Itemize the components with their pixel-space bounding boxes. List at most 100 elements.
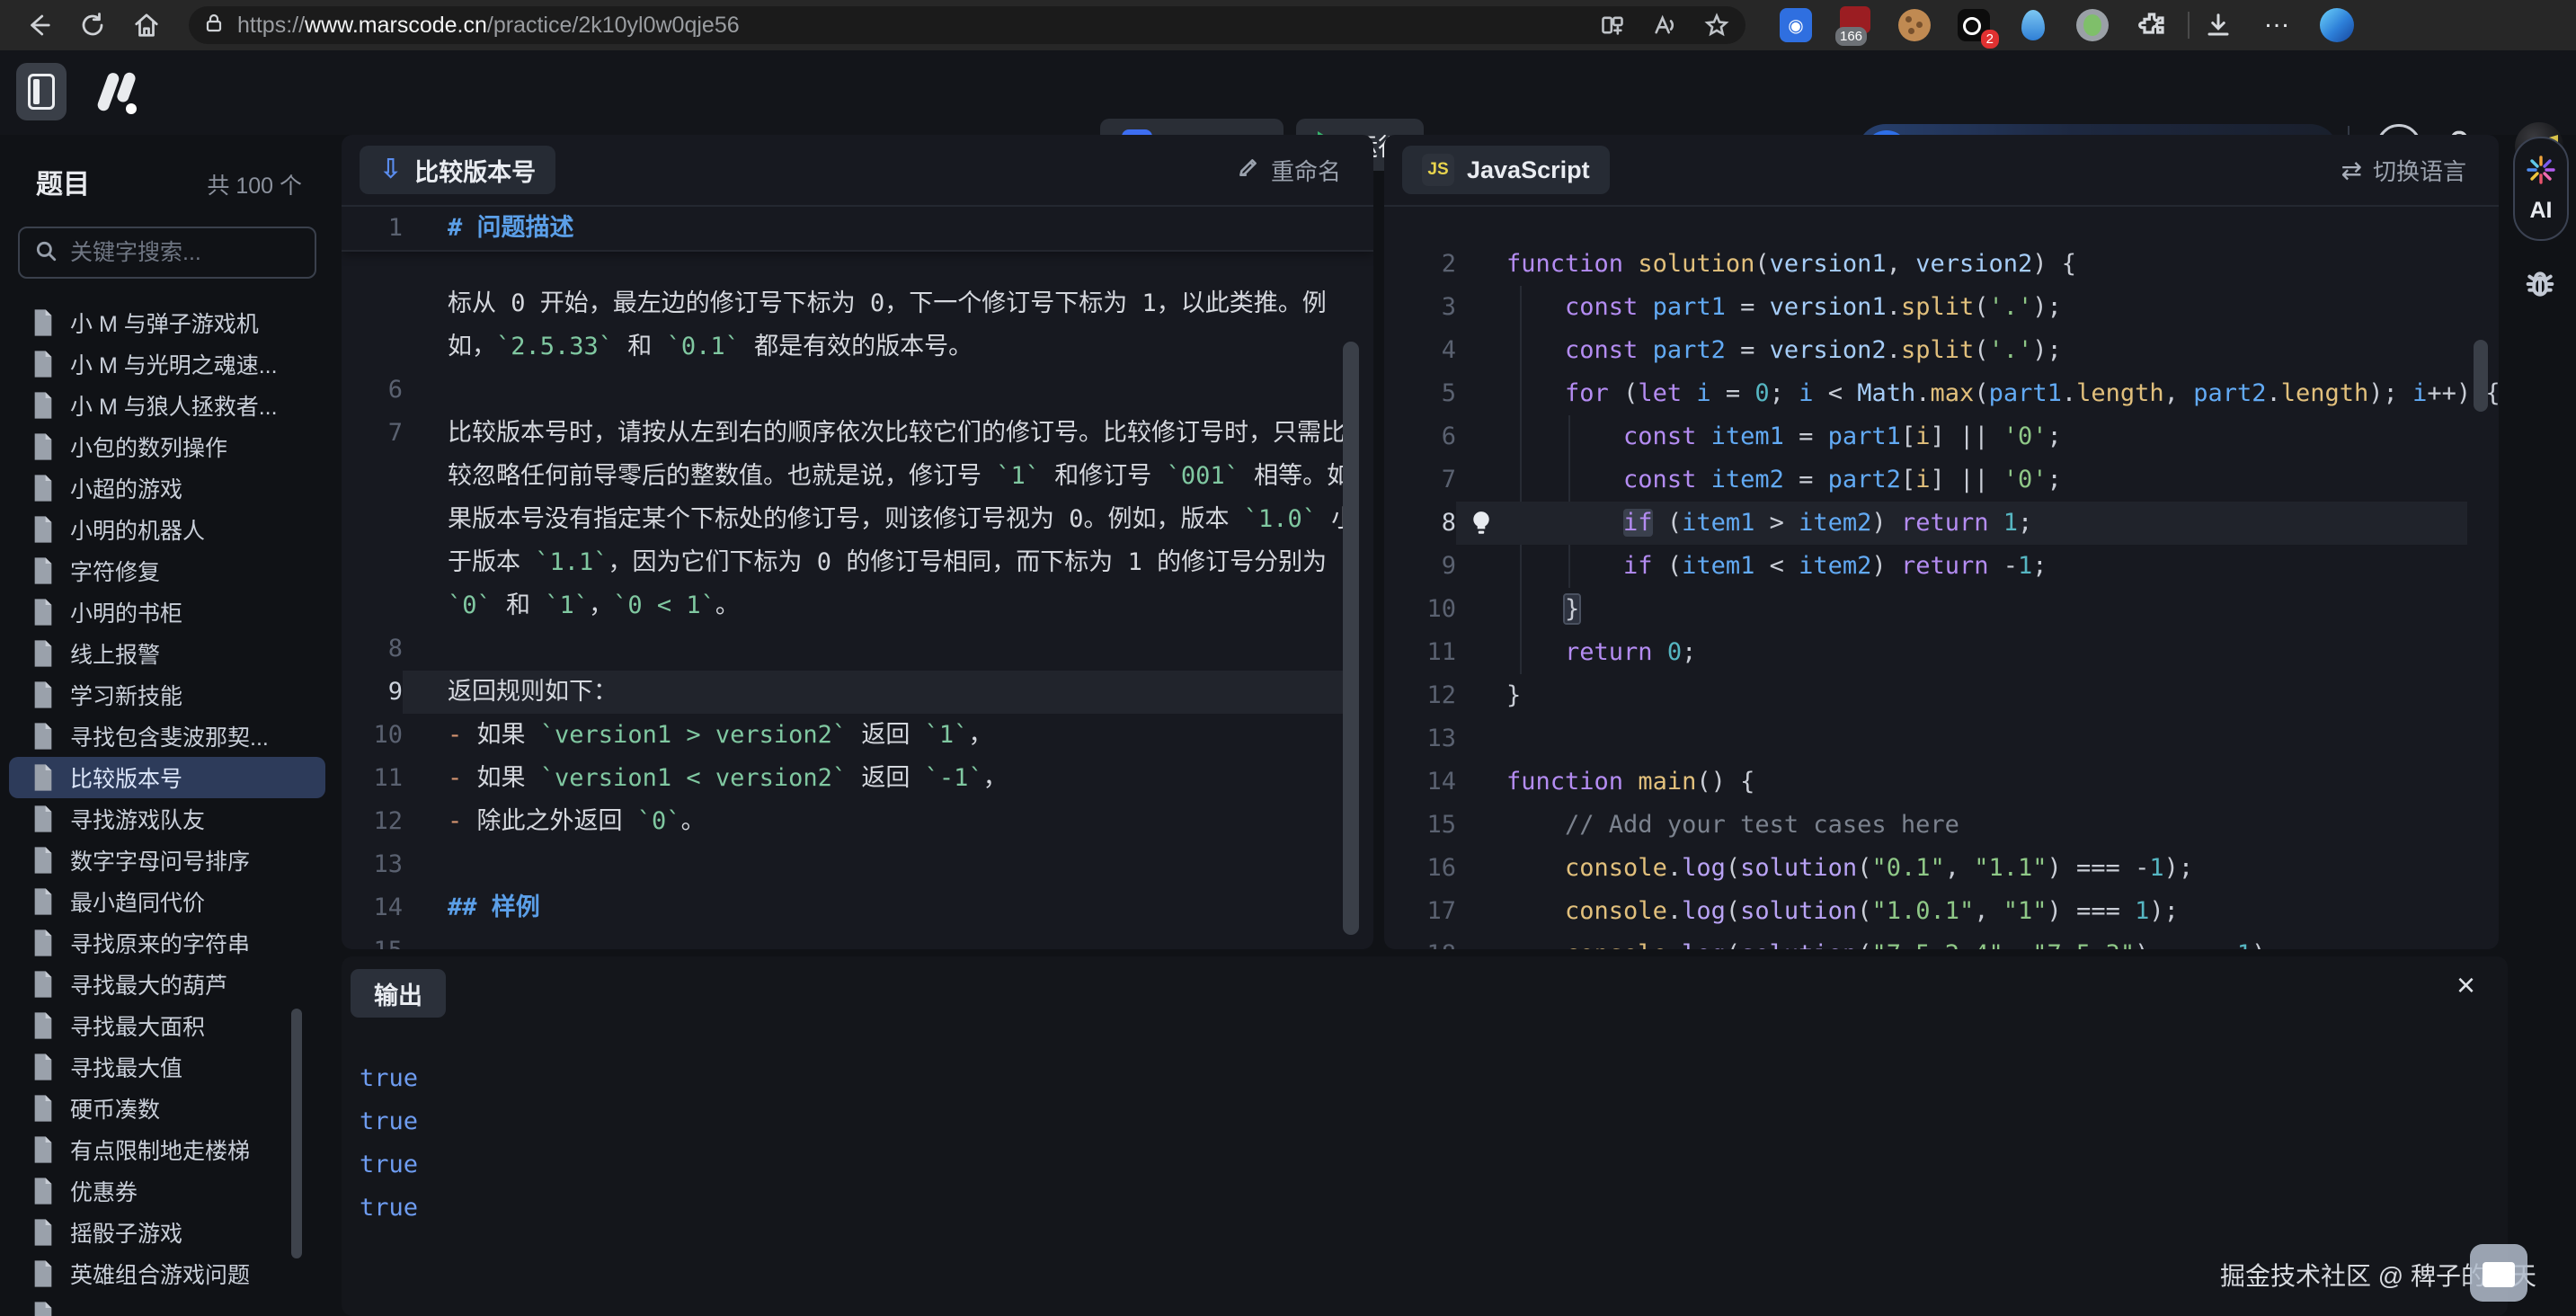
code-line: const item1 = part1[i] || '0'; <box>1506 415 2467 458</box>
code-row[interactable]: 18 console.log(solution("7.5.2.4", "7.5.… <box>1384 933 2499 949</box>
list-item[interactable]: 寻找原来的字符串 <box>9 922 325 964</box>
list-item[interactable]: 寻找最大值 <box>9 1046 325 1088</box>
dark-extension-icon[interactable]: 2 <box>1954 5 1994 45</box>
sidebar-toggle-button[interactable] <box>16 63 67 120</box>
markdown-row[interactable]: 于版本 `1.1`，因为它们下标为 0 的修订号相同，而下标为 1 的修订号分别… <box>342 541 1373 584</box>
markdown-scrollbar[interactable] <box>1343 342 1359 935</box>
code-row[interactable]: 12 } <box>1384 674 2499 717</box>
code-row[interactable]: 11 return 0; <box>1384 631 2499 674</box>
list-item[interactable]: 小 M 与弹子游戏机 <box>9 302 325 343</box>
list-item[interactable]: 寻找包含斐波那契... <box>9 716 325 757</box>
list-item[interactable]: 摇骰子游戏 <box>9 1212 325 1253</box>
recorder-extension-icon[interactable] <box>2073 5 2112 45</box>
code-row[interactable]: 10 } <box>1384 588 2499 631</box>
markdown-row[interactable]: 13 <box>342 843 1373 886</box>
list-item[interactable] <box>9 1294 325 1316</box>
problem-list: 小 M 与弹子游戏机 小 M 与光明之魂速... 小 M 与狼人拯救者... 小… <box>0 302 334 1316</box>
markdown-row[interactable]: 6 <box>342 369 1373 412</box>
search-box[interactable] <box>18 227 316 279</box>
markdown-row[interactable]: 8 <box>342 627 1373 671</box>
close-icon[interactable]: × <box>2456 969 2475 1001</box>
back-icon[interactable] <box>23 10 54 40</box>
markdown-row[interactable]: 10 - 如果 `version1 > version2` 返回 `1`， <box>342 714 1373 757</box>
code-scrollbar[interactable] <box>2474 340 2488 412</box>
refresh-icon[interactable] <box>77 10 108 40</box>
copilot-icon[interactable] <box>2317 5 2357 45</box>
list-item[interactable]: 寻找最大面积 <box>9 1005 325 1046</box>
code-row[interactable]: 14 function main() { <box>1384 760 2499 804</box>
list-item[interactable]: 学习新技能 <box>9 674 325 716</box>
extensions-puzzle-icon[interactable] <box>2132 5 2172 45</box>
code-row[interactable]: 9 if (item1 < item2) return -1; <box>1384 545 2499 588</box>
problem-tab[interactable]: ⇩ 比较版本号 <box>360 146 555 194</box>
code-row[interactable]: 5 for (let i = 0; i < Math.max(part1.len… <box>1384 372 2499 415</box>
rename-button[interactable]: 重命名 <box>1237 154 1341 187</box>
markdown-row[interactable]: 14 ## 样例 <box>342 886 1373 929</box>
code-row[interactable]: 8 if (item1 > item2) return 1; <box>1384 502 2499 545</box>
list-item[interactable]: 小包的数列操作 <box>9 426 325 467</box>
lightbulb-icon[interactable] <box>1456 502 1506 545</box>
search-input[interactable] <box>68 239 334 267</box>
list-item[interactable]: 寻找游戏队友 <box>9 798 325 840</box>
read-aloud-icon[interactable] <box>1650 11 1679 40</box>
code-row[interactable]: 6 const item1 = part1[i] || '0'; <box>1384 415 2499 458</box>
markdown-row[interactable]: 如，`2.5.33` 和 `0.1` 都是有效的版本号。 <box>342 325 1373 369</box>
markdown-row[interactable]: 9 返回规则如下： <box>342 671 1373 714</box>
code-row[interactable]: 15 // Add your test cases here <box>1384 804 2499 847</box>
output-tab[interactable]: 输出 <box>351 969 446 1018</box>
browser-menu-icon[interactable]: … <box>2258 5 2297 45</box>
list-item[interactable]: 数字字母问号排序 <box>9 840 325 881</box>
home-icon[interactable] <box>131 10 162 40</box>
list-item[interactable]: 小明的书柜 <box>9 591 325 633</box>
sidebar-scrollbar[interactable] <box>291 1009 302 1258</box>
code-row[interactable]: 4 const part2 = version2.split('.'); <box>1384 329 2499 372</box>
sidebar-title: 题目 <box>36 162 90 201</box>
code-row[interactable]: 2 function solution(version1, version2) … <box>1384 243 2499 286</box>
marscode-logo[interactable] <box>90 67 147 119</box>
markdown-row[interactable]: 11 - 如果 `version1 < version2` 返回 `-1`， <box>342 757 1373 800</box>
debug-bug-icon[interactable] <box>2522 266 2558 302</box>
markdown-row[interactable]: 15 <box>342 929 1373 949</box>
split-screen-icon[interactable] <box>1598 11 1627 40</box>
list-item[interactable]: 硬币凑数 <box>9 1088 325 1129</box>
list-item[interactable]: 有点限制地走楼梯 <box>9 1129 325 1170</box>
list-item[interactable]: 最小趋同代价 <box>9 881 325 922</box>
code-line: console.log(solution("1.0.1", "1") === 1… <box>1506 890 2467 933</box>
markdown-editor[interactable]: 1 # 问题描述 标从 0 开始，最左边的修订号下标为 0，下一个修订号下标为 … <box>342 207 1373 949</box>
list-item[interactable]: 字符修复 <box>9 550 325 591</box>
droplet-extension-icon[interactable] <box>2013 5 2053 45</box>
switch-language-button[interactable]: ⇄ 切换语言 <box>2341 154 2466 187</box>
list-item[interactable]: 优惠券 <box>9 1170 325 1212</box>
password-manager-extension-icon[interactable]: ◉ <box>1776 5 1816 45</box>
list-item[interactable]: 小 M 与狼人拯救者... <box>9 385 325 426</box>
document-icon <box>31 432 56 461</box>
language-tab[interactable]: JS JavaScript <box>1402 146 1610 194</box>
markdown-row[interactable]: 标从 0 开始，最左边的修订号下标为 0，下一个修订号下标为 1，以此类推。例 <box>342 282 1373 325</box>
list-item[interactable]: 小超的游戏 <box>9 467 325 509</box>
ai-assistant-button[interactable]: AI <box>2513 137 2569 241</box>
markdown-row[interactable]: 果版本号没有指定某个下标处的修订号，则该修订号视为 0。例如，版本 `1.0` … <box>342 498 1373 541</box>
list-item[interactable]: 寻找最大的葫芦 <box>9 964 325 1005</box>
code-row[interactable]: 16 console.log(solution("0.1", "1.1") ==… <box>1384 847 2499 890</box>
list-item[interactable]: 比较版本号 <box>9 757 325 798</box>
favorite-star-icon[interactable] <box>1702 11 1731 40</box>
list-item[interactable]: 小明的机器人 <box>9 509 325 550</box>
counter-extension-icon[interactable]: 166 <box>1835 5 1875 45</box>
list-item-label: 小 M 与光明之魂速... <box>70 348 278 380</box>
document-icon <box>31 1135 56 1164</box>
code-row[interactable]: 3 const part1 = version1.split('.'); <box>1384 286 2499 329</box>
downloads-icon[interactable] <box>2198 5 2238 45</box>
code-row[interactable]: 7 const item2 = part2[i] || '0'; <box>1384 458 2499 502</box>
list-item[interactable]: 英雄组合游戏问题 <box>9 1253 325 1294</box>
list-item[interactable]: 小 M 与光明之魂速... <box>9 343 325 385</box>
markdown-row[interactable]: `0` 和 `1`，`0 < 1`。 <box>342 584 1373 627</box>
list-item[interactable]: 线上报警 <box>9 633 325 674</box>
code-editor[interactable]: 2 function solution(version1, version2) … <box>1384 207 2499 949</box>
markdown-row[interactable]: 较忽略任何前导零后的整数值。也就是说，修订号 `1` 和修订号 `001` 相等… <box>342 455 1373 498</box>
markdown-row[interactable]: 7 比较版本号时，请按从左到右的顺序依次比较它们的修订号。比较修订号时，只需比 <box>342 412 1373 455</box>
markdown-row[interactable]: 12 - 除此之外返回 `0`。 <box>342 800 1373 843</box>
code-row[interactable]: 17 console.log(solution("1.0.1", "1") ==… <box>1384 890 2499 933</box>
cookie-extension-icon[interactable] <box>1895 5 1934 45</box>
address-bar[interactable]: https://www.marscode.cn/practice/2k10yl0… <box>189 6 1745 44</box>
code-row[interactable]: 13 <box>1384 717 2499 760</box>
